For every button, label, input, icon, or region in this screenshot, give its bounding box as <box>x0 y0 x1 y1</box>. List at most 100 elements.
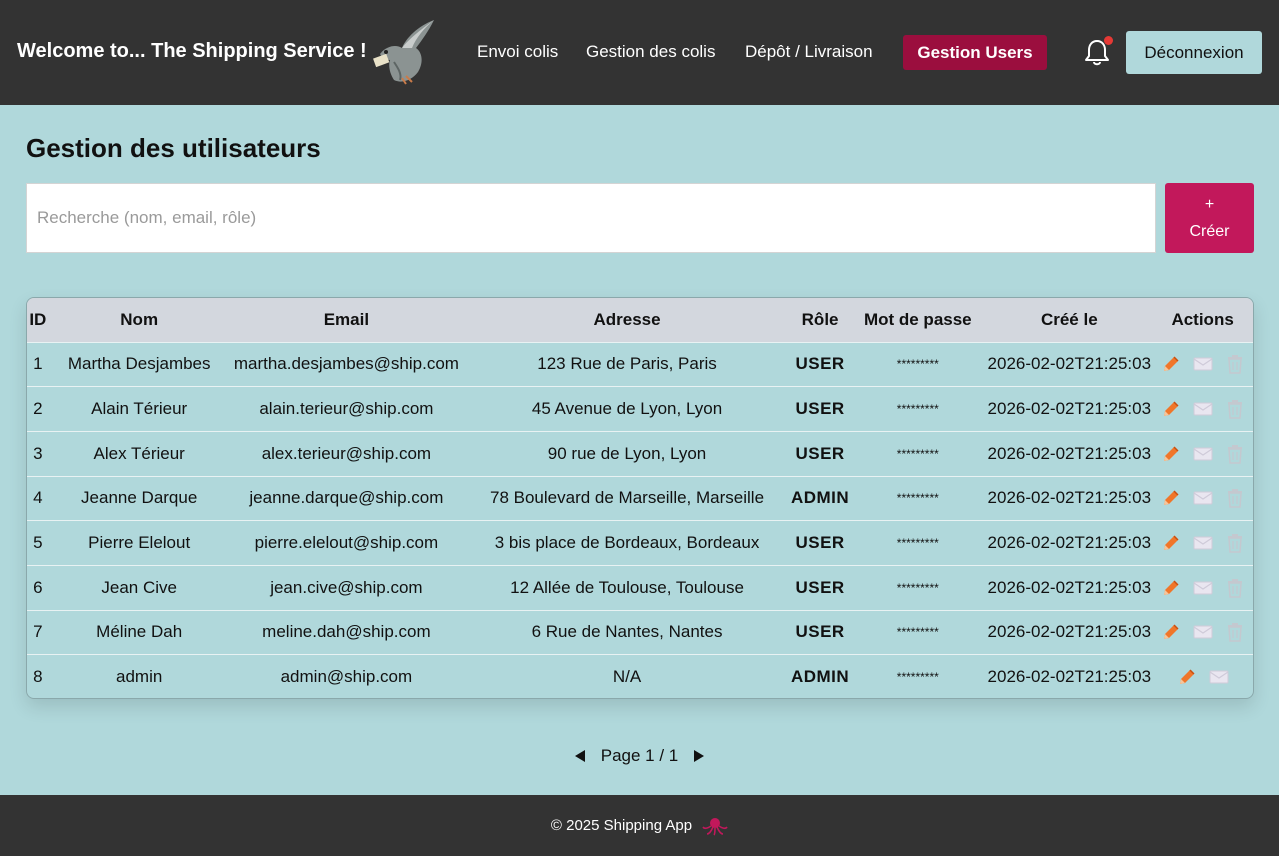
col-created[interactable]: Créé le <box>986 298 1152 342</box>
email-envelope-icon[interactable] <box>1193 622 1213 642</box>
col-email[interactable]: Email <box>230 298 463 342</box>
search-input[interactable] <box>26 183 1156 253</box>
cell-adresse: 3 bis place de Bordeaux, Bordeaux <box>494 533 760 553</box>
footer-text: © 2025 Shipping App <box>550 817 693 834</box>
email-envelope-icon[interactable] <box>1193 444 1213 464</box>
edit-pencil-icon[interactable] <box>1161 444 1181 464</box>
edit-pencil-icon[interactable] <box>1161 578 1181 598</box>
cell-role: USER <box>795 354 845 374</box>
cell-created: 2026-02-02T21:25:03 <box>987 354 1152 374</box>
table-row[interactable]: 4 Jeanne Darque jeanne.darque@ship.com 78 B… <box>27 476 1253 521</box>
cell-email: alain.terieur@ship.com <box>259 399 434 419</box>
email-envelope-icon[interactable] <box>1193 533 1213 553</box>
table-row[interactable]: 5 Pierre Elelout pierre.elelout@ship.com 3 … <box>27 520 1253 566</box>
edit-pencil-icon[interactable] <box>1161 488 1181 508</box>
pigeon-logo-icon <box>373 20 434 85</box>
cell-adresse: 45 Avenue de Lyon, Lyon <box>531 399 723 419</box>
cell-password: ********* <box>896 670 939 685</box>
cell-adresse: 78 Boulevard de Marseille, Marseille <box>490 488 765 508</box>
cell-created: 2026-02-02T21:25:03 <box>987 622 1152 642</box>
table-row[interactable]: 1 Martha Desjambes martha.desjambes@ship.c… <box>27 342 1253 387</box>
nav-envoi-colis[interactable]: Envoi colis <box>477 42 558 62</box>
delete-trash-icon[interactable] <box>1225 399 1245 419</box>
table-row[interactable]: 6 Jean Cive jean.cive@ship.com 12 Allée de … <box>27 565 1253 610</box>
cell-nom: Martha Desjambes <box>67 354 211 374</box>
cell-email: alex.terieur@ship.com <box>261 443 432 463</box>
cell-role: USER <box>795 533 845 553</box>
brand-title: Welcome to... The Shipping Service ! <box>17 40 367 62</box>
cell-adresse: 6 Rue de Nantes, Nantes <box>531 622 723 642</box>
top-navbar: Welcome to... The Shipping Service ! Env… <box>0 0 1279 105</box>
cell-created: 2026-02-02T21:25:03 <box>987 399 1152 419</box>
cell-id: 5 <box>33 533 43 553</box>
footer: © 2025 Shipping App <box>0 795 1279 856</box>
table-row[interactable]: 8 admin admin@ship.com N/A ADMIN ********* 202… <box>27 654 1253 698</box>
cell-nom: Alex Térieur <box>93 443 185 463</box>
delete-trash-icon[interactable] <box>1225 354 1245 375</box>
cell-email: jeanne.darque@ship.com <box>249 488 444 508</box>
email-envelope-icon[interactable] <box>1193 488 1213 508</box>
logout-button[interactable]: Déconnexion <box>1126 31 1262 74</box>
cell-nom: Jean Cive <box>101 577 177 597</box>
edit-pencil-icon[interactable] <box>1177 667 1197 687</box>
next-page-icon[interactable] <box>692 749 706 763</box>
cell-actions <box>1152 521 1253 566</box>
col-adresse[interactable]: Adresse <box>463 298 791 342</box>
table-row[interactable]: 7 Méline Dah meline.dah@ship.com 6 Rue de N… <box>27 610 1253 655</box>
cell-password: ********* <box>896 536 939 551</box>
cell-adresse: N/A <box>612 667 642 687</box>
cell-actions <box>1152 655 1253 698</box>
cell-actions <box>1152 431 1253 476</box>
cell-adresse: 123 Rue de Paris, Paris <box>537 354 717 374</box>
cell-password: ********* <box>896 357 939 372</box>
cell-actions <box>1152 387 1253 432</box>
cell-role: ADMIN <box>790 667 850 687</box>
nav-gestion-users[interactable]: Gestion Users <box>903 35 1047 70</box>
delete-trash-icon[interactable] <box>1225 533 1245 553</box>
cell-id: 1 <box>33 354 43 374</box>
cell-nom: Jeanne Darque <box>81 488 198 508</box>
nav-depot-livraison[interactable]: Dépôt / Livraison <box>745 42 873 62</box>
cell-nom: Méline Dah <box>96 622 183 642</box>
delete-trash-icon[interactable] <box>1225 488 1245 509</box>
email-envelope-icon[interactable] <box>1209 667 1229 687</box>
cell-actions <box>1152 610 1253 655</box>
cell-email: martha.desjambes@ship.com <box>233 354 459 374</box>
col-id[interactable]: ID <box>27 298 49 342</box>
cell-email: pierre.elelout@ship.com <box>254 533 439 553</box>
email-envelope-icon[interactable] <box>1193 399 1213 419</box>
cell-actions <box>1152 476 1253 521</box>
prev-page-icon[interactable] <box>573 749 587 763</box>
col-actions: Actions <box>1171 309 1234 329</box>
edit-pencil-icon[interactable] <box>1161 622 1181 642</box>
cell-created: 2026-02-02T21:25:03 <box>987 667 1152 687</box>
cell-email: meline.dah@ship.com <box>262 622 431 642</box>
cell-password: ********* <box>896 446 939 461</box>
email-envelope-icon[interactable] <box>1193 354 1213 374</box>
edit-pencil-icon[interactable] <box>1161 354 1181 374</box>
edit-pencil-icon[interactable] <box>1161 399 1181 419</box>
cell-password: ********* <box>896 625 939 640</box>
nav-gestion-colis[interactable]: Gestion des colis <box>586 42 715 62</box>
table-row[interactable]: 2 Alain Térieur alain.terieur@ship.com 45 A… <box>27 386 1253 432</box>
cell-role: USER <box>795 399 845 419</box>
table-row[interactable]: 3 Alex Térieur alex.terieur@ship.com 90 rue… <box>27 431 1253 476</box>
delete-trash-icon[interactable] <box>1225 578 1245 598</box>
create-user-button[interactable]: + Créer <box>1165 183 1254 253</box>
table-header-row: ID Nom Email Adresse Rôle Mot de passe C… <box>27 298 1253 342</box>
col-password[interactable]: Mot de passe <box>849 298 986 342</box>
delete-trash-icon[interactable] <box>1225 444 1245 464</box>
col-nom[interactable]: Nom <box>49 298 230 342</box>
notification-dot <box>1104 36 1113 45</box>
page-title: Gestion des utilisateurs <box>26 133 321 163</box>
cell-role: ADMIN <box>790 488 850 508</box>
cell-nom: Pierre Elelout <box>88 533 191 553</box>
edit-pencil-icon[interactable] <box>1161 533 1181 553</box>
octopus-icon <box>702 817 728 836</box>
email-envelope-icon[interactable] <box>1193 578 1213 598</box>
delete-trash-icon[interactable] <box>1225 622 1245 643</box>
cell-role: USER <box>795 443 845 463</box>
cell-adresse: 90 rue de Lyon, Lyon <box>547 443 707 463</box>
col-role[interactable]: Rôle <box>791 298 849 342</box>
cell-id: 8 <box>33 667 43 687</box>
